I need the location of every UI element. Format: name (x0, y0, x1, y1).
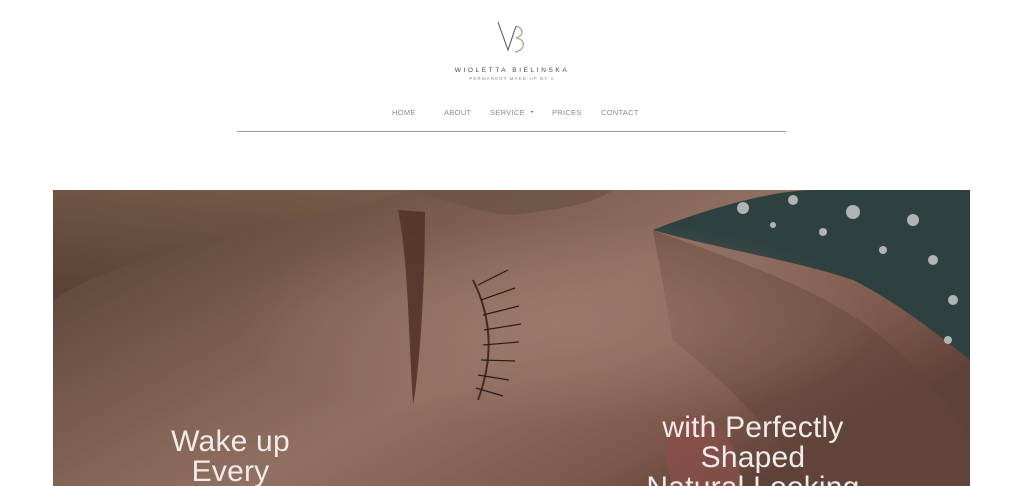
nav-divider (237, 131, 786, 132)
hero-caption-left-line-1: Wake up (171, 425, 290, 458)
hero-caption-left-line-2: Every (191, 455, 270, 486)
nav-contact[interactable]: CONTACT (601, 108, 639, 117)
main-nav: HOME ABOUT SERVICE PRICES CONTACT (0, 108, 1024, 120)
hero-banner: Wake up Every with Perfectly Shaped Natu… (53, 190, 970, 486)
page: WIOLETTA BIELINSKA PERMANENT MAKE-UP BY … (0, 0, 1024, 486)
caret-down-icon[interactable] (530, 111, 534, 113)
hero-caption-right-line-2: Shaped (700, 441, 806, 474)
nav-prices[interactable]: PRICES (552, 108, 582, 117)
hero-caption-right-line-1: with Perfectly (662, 411, 844, 444)
hero-caption-right-line-3: Natural Looking (623, 473, 883, 486)
hero-caption-right: with Perfectly Shaped Natural Looking (623, 413, 883, 486)
vb-monogram-icon[interactable] (494, 18, 530, 58)
nav-service[interactable]: SERVICE (490, 108, 525, 117)
brand-tagline: PERMANENT MAKE-UP BY V (469, 76, 555, 81)
nav-home[interactable]: HOME (392, 108, 416, 117)
hero-caption-left: Wake up Every (153, 427, 308, 486)
brand-name: WIOLETTA BIELINSKA (454, 67, 570, 74)
nav-about[interactable]: ABOUT (444, 108, 471, 117)
